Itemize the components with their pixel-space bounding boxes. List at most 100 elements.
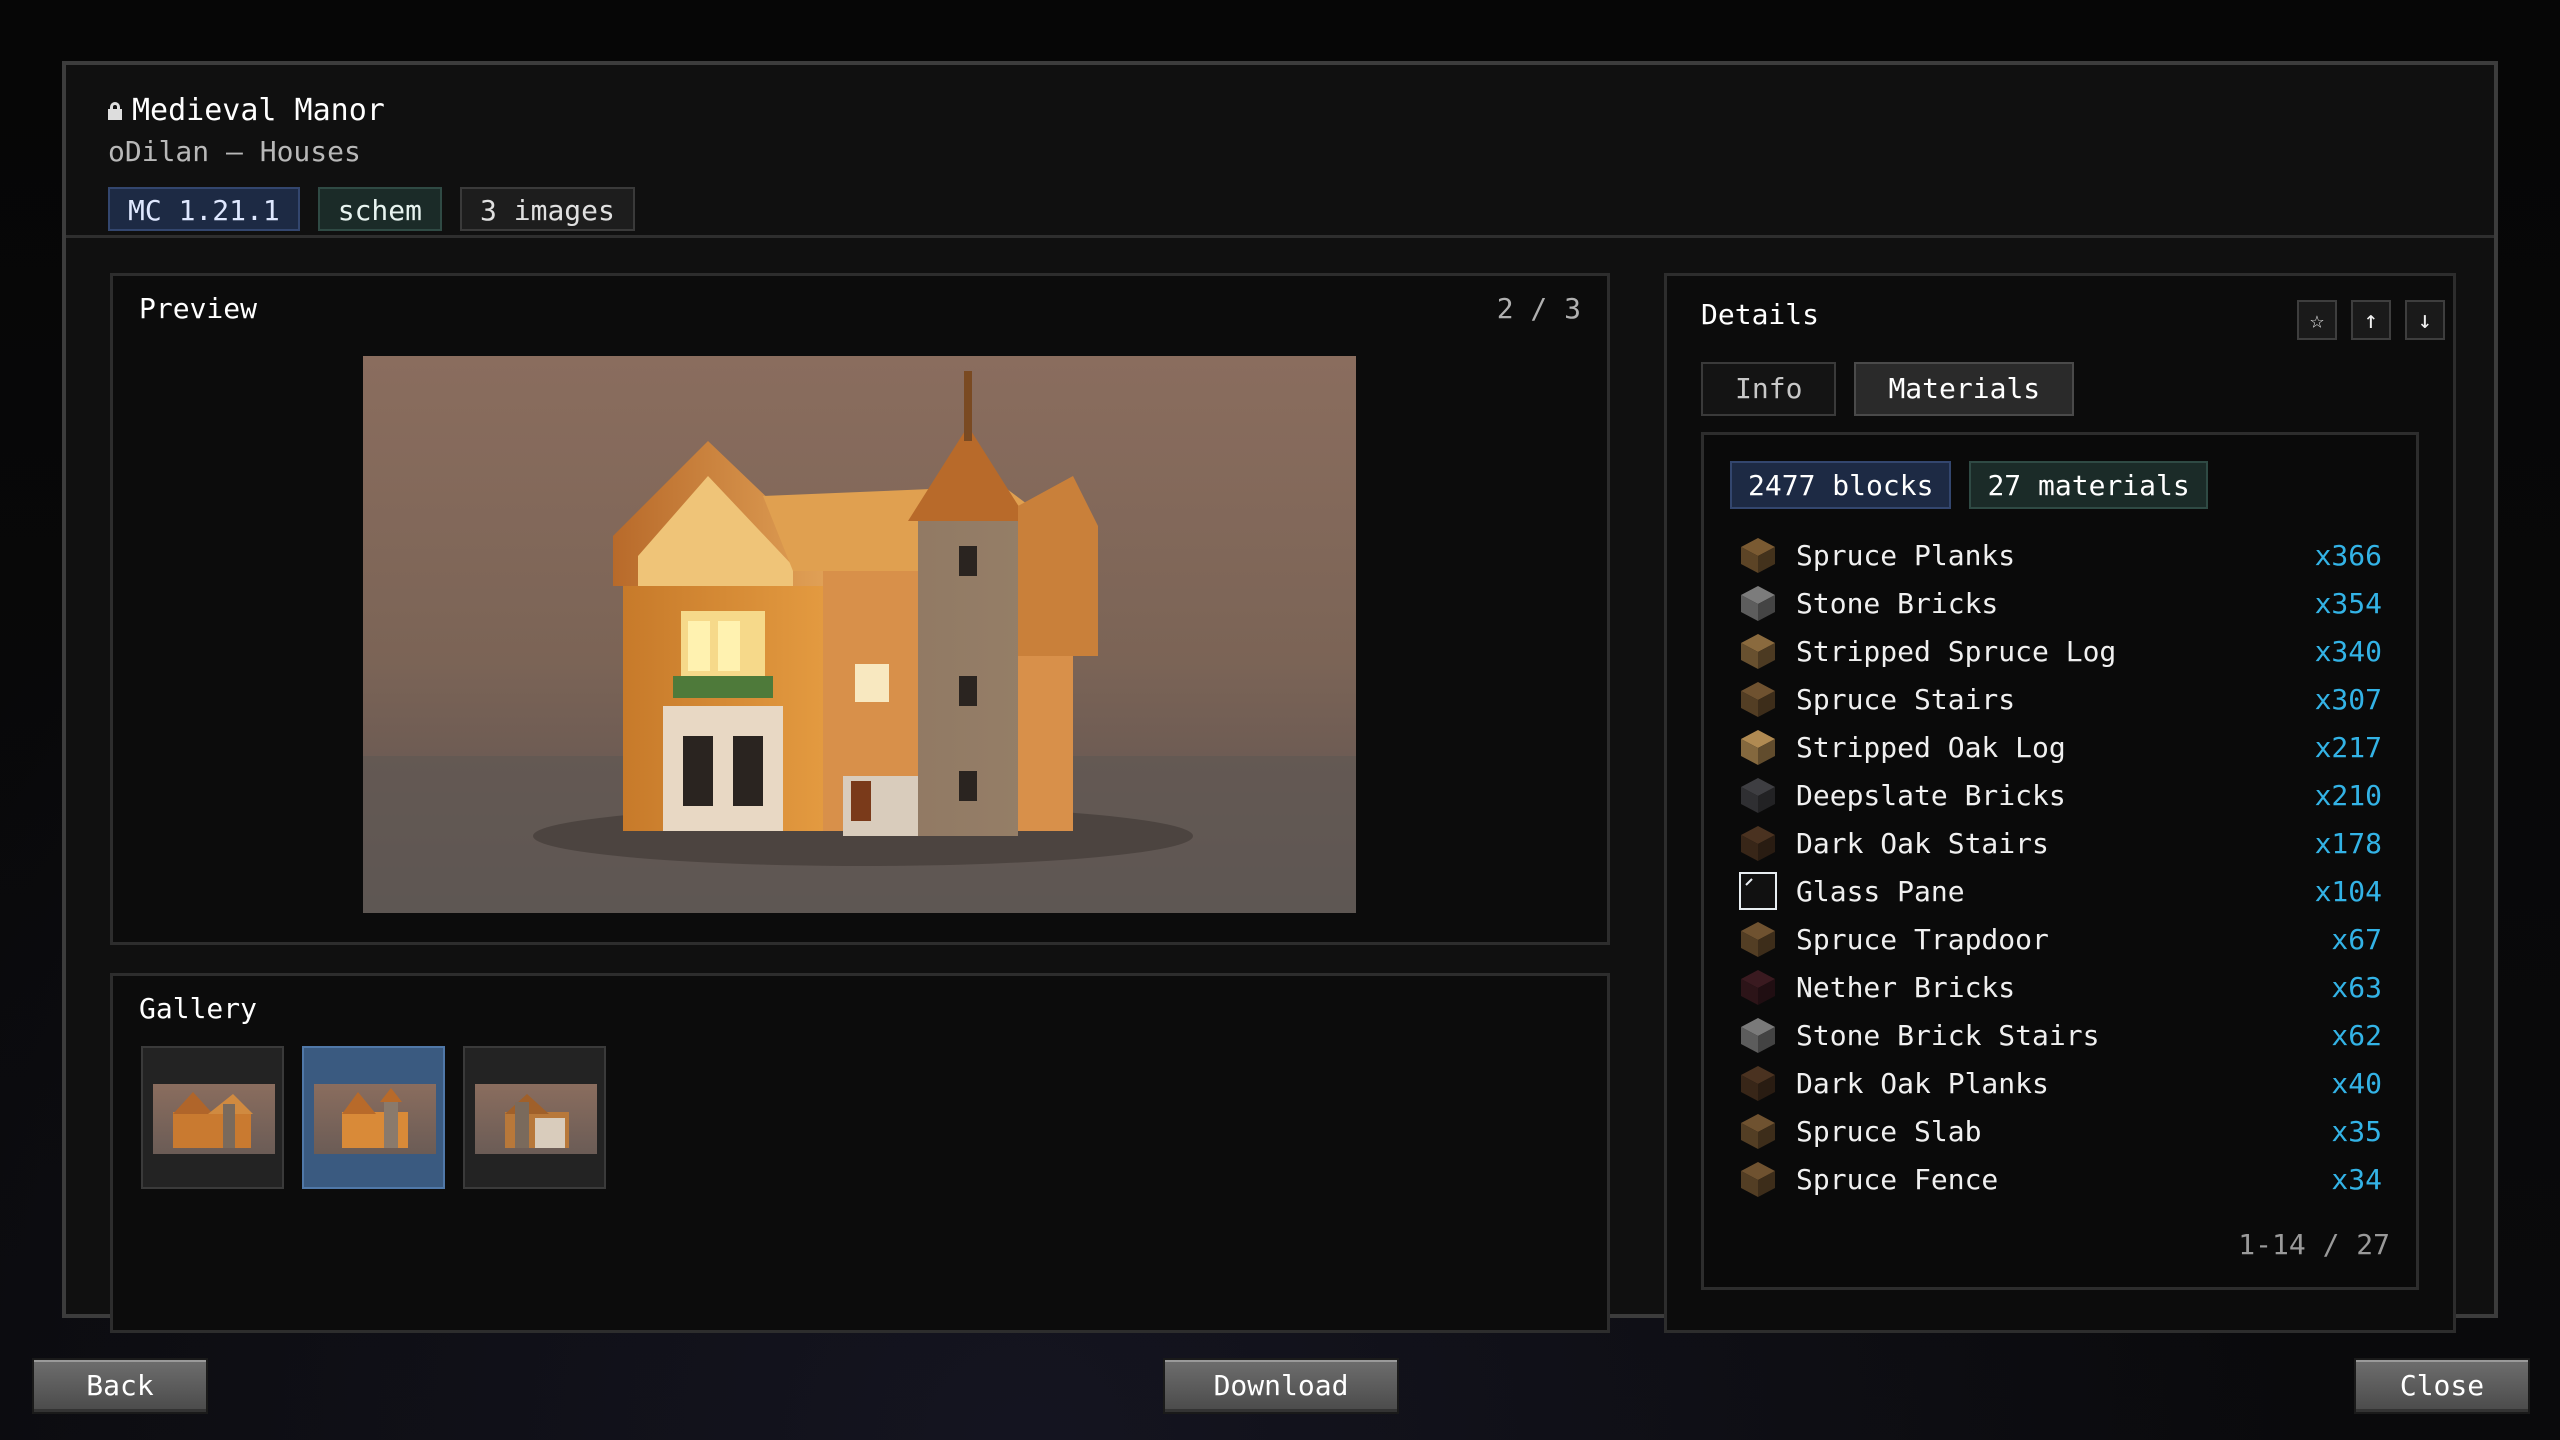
- material-name: Spruce Slab: [1796, 1114, 1982, 1148]
- thumb-image: [314, 1084, 436, 1154]
- materials-box: 2477 blocks 27 materials Spruce Planks x3…: [1701, 432, 2419, 1290]
- preview-image[interactable]: [363, 356, 1356, 913]
- deepslate-bricks-icon: [1738, 775, 1778, 815]
- material-name: Stripped Spruce Log: [1796, 634, 2117, 668]
- spruce-trapdoor-icon: [1738, 919, 1778, 959]
- material-count: x63: [2331, 970, 2382, 1004]
- materials-pager: 1-14 / 27: [2238, 1228, 2390, 1261]
- material-row: Stripped Spruce Log x340: [1738, 627, 2402, 675]
- material-count: x217: [2314, 730, 2382, 764]
- material-count: x354: [2314, 586, 2382, 620]
- schematic-title: Medieval Manor: [132, 93, 385, 128]
- material-count: x62: [2331, 1018, 2382, 1052]
- stripped-oak-log-icon: [1738, 727, 1778, 767]
- spruce-fence-icon: [1738, 1159, 1778, 1199]
- tag-format: schem: [317, 187, 443, 231]
- tab-materials[interactable]: Materials: [1854, 362, 2075, 416]
- author-category: oDilan – Houses: [108, 135, 361, 168]
- stone-brick-stairs-icon: [1738, 1015, 1778, 1055]
- gallery-title: Gallery: [139, 992, 258, 1025]
- material-count: x307: [2314, 682, 2382, 716]
- spruce-stairs-icon: [1738, 679, 1778, 719]
- image-counter: 2 / 3: [1496, 292, 1581, 325]
- nether-bricks-icon: [1738, 967, 1778, 1007]
- spruce-planks-icon: [1738, 535, 1778, 575]
- details-title: Details: [1701, 298, 1820, 331]
- details-tabs: Info Materials: [1701, 362, 2075, 416]
- arrow-down-icon: ↓: [2417, 306, 2433, 334]
- manor-render: [363, 371, 1356, 913]
- arrow-up-icon: ↑: [2363, 306, 2379, 334]
- material-name: Deepslate Bricks: [1796, 778, 2066, 812]
- back-button[interactable]: Back: [32, 1358, 208, 1414]
- material-name: Stone Brick Stairs: [1796, 1018, 2100, 1052]
- gallery-thumb-3[interactable]: [463, 1046, 606, 1189]
- material-row: Spruce Trapdoor x67: [1738, 915, 2402, 963]
- material-row: Glass Pane x104: [1738, 867, 2402, 915]
- material-row: Stone Bricks x354: [1738, 579, 2402, 627]
- gallery-panel: Gallery: [110, 973, 1610, 1333]
- block-count-badge: 2477 blocks: [1730, 461, 1952, 509]
- material-row: Spruce Fence x34: [1738, 1155, 2402, 1203]
- material-row: Spruce Slab x35: [1738, 1107, 2402, 1155]
- materials-list[interactable]: Spruce Planks x366 Stone Bricks x354 Strippe…: [1738, 531, 2402, 1203]
- material-name: Dark Oak Planks: [1796, 1066, 2049, 1100]
- material-row: Dark Oak Planks x40: [1738, 1059, 2402, 1107]
- tag-list: MC 1.21.1 schem 3 images: [108, 187, 635, 231]
- material-count: x210: [2314, 778, 2382, 812]
- gallery-thumbnails: [141, 1046, 606, 1189]
- material-count: x67: [2331, 922, 2382, 956]
- thumb-image: [153, 1084, 275, 1154]
- material-count: x104: [2314, 874, 2382, 908]
- stripped-spruce-log-icon: [1738, 631, 1778, 671]
- material-name: Spruce Trapdoor: [1796, 922, 2049, 956]
- material-count: x34: [2331, 1162, 2382, 1196]
- material-row: Spruce Planks x366: [1738, 531, 2402, 579]
- materials-stats: 2477 blocks 27 materials: [1730, 461, 2208, 509]
- material-count: x366: [2314, 538, 2382, 572]
- material-name: Glass Pane: [1796, 874, 1965, 908]
- preview-title: Preview: [139, 292, 258, 325]
- material-row: Nether Bricks x63: [1738, 963, 2402, 1011]
- material-count-badge: 27 materials: [1969, 461, 2208, 509]
- preview-panel: Preview 2 / 3: [110, 273, 1610, 945]
- download-button[interactable]: Download: [1163, 1358, 1399, 1414]
- star-icon: ☆: [2309, 306, 2325, 334]
- stone-bricks-icon: [1738, 583, 1778, 623]
- material-name: Spruce Stairs: [1796, 682, 2016, 716]
- material-count: x178: [2314, 826, 2382, 860]
- material-row: Dark Oak Stairs x178: [1738, 819, 2402, 867]
- material-row: Stripped Oak Log x217: [1738, 723, 2402, 771]
- dialog-header: Medieval Manor oDilan – Houses MC 1.21.1…: [66, 65, 2494, 238]
- material-count: x40: [2331, 1066, 2382, 1100]
- close-button[interactable]: Close: [2354, 1358, 2530, 1414]
- details-panel: Details ☆ ↑ ↓ Info Materials 2477 blocks…: [1664, 273, 2456, 1333]
- material-name: Spruce Planks: [1796, 538, 2016, 572]
- gallery-thumb-2[interactable]: [302, 1046, 445, 1189]
- material-name: Stripped Oak Log: [1796, 730, 2066, 764]
- lock-icon: [108, 101, 122, 120]
- favorite-button[interactable]: ☆: [2297, 300, 2337, 340]
- move-down-button[interactable]: ↓: [2405, 300, 2445, 340]
- material-row: Deepslate Bricks x210: [1738, 771, 2402, 819]
- thumb-image: [475, 1084, 597, 1154]
- material-count: x340: [2314, 634, 2382, 668]
- material-row: Spruce Stairs x307: [1738, 675, 2402, 723]
- tag-version: MC 1.21.1: [108, 187, 300, 231]
- material-name: Dark Oak Stairs: [1796, 826, 2049, 860]
- dark-oak-planks-icon: [1738, 1063, 1778, 1103]
- glass-pane-icon: [1738, 871, 1778, 911]
- title-row: Medieval Manor: [108, 93, 385, 128]
- spruce-slab-icon: [1738, 1111, 1778, 1151]
- material-count: x35: [2331, 1114, 2382, 1148]
- gallery-thumb-1[interactable]: [141, 1046, 284, 1189]
- tab-info[interactable]: Info: [1701, 362, 1837, 416]
- material-row: Stone Brick Stairs x62: [1738, 1011, 2402, 1059]
- material-name: Stone Bricks: [1796, 586, 1999, 620]
- schematic-detail-dialog: Medieval Manor oDilan – Houses MC 1.21.1…: [62, 61, 2498, 1333]
- material-name: Spruce Fence: [1796, 1162, 1999, 1196]
- move-up-button[interactable]: ↑: [2351, 300, 2391, 340]
- material-name: Nether Bricks: [1796, 970, 2016, 1004]
- dark-oak-stairs-icon: [1738, 823, 1778, 863]
- tag-image-count: 3 images: [460, 187, 635, 231]
